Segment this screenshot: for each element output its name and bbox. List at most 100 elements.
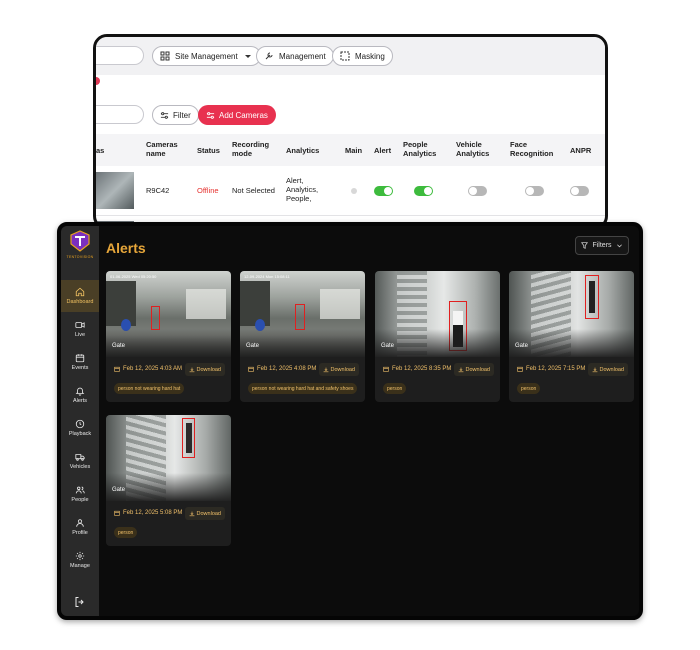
calendar-icon	[383, 366, 389, 372]
alert-snapshot[interactable]: Gate	[509, 271, 634, 357]
site-management-label: Site Management	[175, 51, 238, 61]
calendar-icon	[114, 366, 120, 372]
face-recognition-toggle[interactable]	[525, 186, 544, 196]
masking-button[interactable]: Masking	[332, 46, 393, 66]
site-management-dropdown[interactable]: Site Management	[152, 46, 261, 66]
column-header-cameras-name[interactable]: Cameras name	[146, 140, 186, 158]
download-label: Download	[330, 366, 355, 373]
camera-management-window: Site Management Management Masking Filte…	[93, 34, 608, 230]
alert-date: Feb 12, 2025 4:08 PM	[248, 366, 316, 372]
download-label: Download	[196, 510, 221, 517]
alert-date: Feb 12, 2025 5:08 PM	[114, 510, 182, 516]
grid-icon	[160, 51, 170, 61]
sidebar-item-profile[interactable]: Profile	[61, 511, 99, 543]
toolbar-search-input[interactable]	[96, 46, 144, 65]
column-header-recording-mode[interactable]: Recording mode	[232, 140, 276, 158]
sidebar-item-label: Live	[74, 332, 86, 338]
alerts-app-window: TENTOVISION Dashboard Live Events Alerts…	[57, 222, 643, 620]
filter-button[interactable]: Filter	[152, 105, 199, 125]
alert-date: Feb 12, 2025 4:03 AM	[114, 366, 182, 372]
main-indicator	[351, 188, 357, 194]
sidebar-item-label: People	[71, 497, 89, 503]
sidebar-item-vehicles[interactable]: Vehicles	[61, 445, 99, 477]
camera-name: Gate	[246, 343, 260, 349]
calendar-icon	[517, 366, 523, 372]
user-icon	[76, 519, 84, 527]
sidebar-item-dashboard[interactable]: Dashboard	[61, 280, 99, 312]
column-header-people-analytics[interactable]: People Analytics	[403, 140, 443, 158]
column-header-alert[interactable]: Alert	[374, 146, 391, 155]
sidebar-item-label: Vehicles	[69, 464, 91, 470]
alert-date-text: Feb 12, 2025 4:03 AM	[123, 366, 183, 372]
chevron-down-icon	[244, 55, 251, 58]
alert-date-text: Feb 12, 2025 8:35 PM	[392, 366, 452, 372]
notification-dot	[96, 77, 100, 85]
camera-search-input[interactable]	[96, 105, 144, 124]
logout-icon[interactable]	[74, 596, 86, 608]
alert-card[interactable]: Gate Feb 12, 2025 5:08 PM Download perso…	[106, 415, 231, 546]
sidebar-item-live[interactable]: Live	[61, 313, 99, 345]
camera-timestamp: 01-06-2025 Wed 05:20:50	[110, 274, 157, 279]
download-button[interactable]: Download	[587, 363, 628, 376]
alert-date-text: Feb 12, 2025 5:08 PM	[123, 510, 183, 516]
add-cameras-label: Add Cameras	[219, 110, 268, 120]
filter-icon	[581, 242, 589, 249]
table-row[interactable]: R9C42 Offline Not Selected Alert, Analyt…	[96, 166, 605, 216]
alert-toggle[interactable]	[374, 186, 393, 196]
detection-box	[295, 304, 305, 330]
truck-icon	[75, 454, 85, 461]
video-icon	[75, 322, 85, 328]
download-button[interactable]: Download	[318, 363, 359, 376]
alert-tag: person not wearing hard hat	[114, 383, 185, 394]
vehicle-analytics-toggle[interactable]	[468, 186, 487, 196]
sidebar-item-manage[interactable]: Manage	[61, 544, 99, 576]
tentovision-logo[interactable]	[69, 230, 91, 252]
alert-card[interactable]: 01-06-2025 Wed 05:20:50 Gate Feb 12, 202…	[106, 271, 231, 402]
analytics-cell: Alert, Analytics, People,	[286, 176, 319, 203]
masking-label: Masking	[355, 51, 385, 61]
logo-text: TENTOVISION	[66, 255, 94, 259]
sidebar-item-label: Profile	[72, 530, 88, 536]
sliders-icon	[206, 111, 215, 119]
alert-tag: person	[114, 527, 138, 538]
sidebar-item-alerts[interactable]: Alerts	[61, 379, 99, 411]
sidebar-item-people[interactable]: People	[61, 478, 99, 510]
alert-date-text: Feb 12, 2025 7:15 PM	[526, 366, 586, 372]
management-button[interactable]: Management	[256, 46, 334, 66]
calendar-icon	[248, 366, 254, 372]
alert-card[interactable]: Gate Feb 12, 2025 7:15 PM Download perso…	[509, 271, 634, 402]
download-button[interactable]: Download	[184, 363, 225, 376]
sidebar-item-playback[interactable]: Playback	[61, 412, 99, 444]
column-header-main[interactable]: Main	[345, 146, 362, 155]
people-analytics-toggle[interactable]	[414, 186, 433, 196]
column-header-anpr[interactable]: ANPR	[570, 146, 591, 155]
alert-snapshot[interactable]: Gate	[106, 415, 231, 501]
camera-name: Gate	[381, 343, 395, 349]
alert-snapshot[interactable]: 12-09-2024 Mon 15:08:11 Gate	[240, 271, 365, 357]
recording-mode-cell: Not Selected	[232, 186, 275, 195]
filters-label: Filters	[592, 242, 612, 249]
sidebar-item-events[interactable]: Events	[61, 346, 99, 378]
anpr-toggle[interactable]	[570, 186, 589, 196]
mask-icon	[340, 51, 350, 61]
filters-button[interactable]: Filters	[575, 236, 629, 255]
add-cameras-button[interactable]: Add Cameras	[198, 105, 276, 125]
alert-card[interactable]: 12-09-2024 Mon 15:08:11 Gate Feb 12, 202…	[240, 271, 365, 402]
gear-icon	[75, 551, 85, 561]
detection-box	[151, 306, 160, 330]
alert-date: Feb 12, 2025 7:15 PM	[517, 366, 585, 372]
camera-name: Gate	[112, 487, 126, 493]
download-button[interactable]: Download	[184, 507, 225, 520]
download-button[interactable]: Download	[453, 363, 494, 376]
alert-snapshot[interactable]: Gate	[375, 271, 500, 357]
alert-snapshot[interactable]: 01-06-2025 Wed 05:20:50 Gate	[106, 271, 231, 357]
home-icon	[75, 287, 85, 297]
download-label: Download	[599, 366, 624, 373]
calendar-icon	[114, 510, 120, 516]
column-header-vehicle-analytics[interactable]: Vehicle Analytics	[456, 140, 496, 158]
column-header-analytics[interactable]: Analytics	[286, 146, 319, 155]
column-header-face-recognition[interactable]: Face Recognition	[510, 140, 558, 158]
camera-name-cell: R9C42	[146, 186, 170, 195]
alert-card[interactable]: Gate Feb 12, 2025 8:35 PM Download perso…	[375, 271, 500, 402]
column-header-status[interactable]: Status	[197, 146, 220, 155]
